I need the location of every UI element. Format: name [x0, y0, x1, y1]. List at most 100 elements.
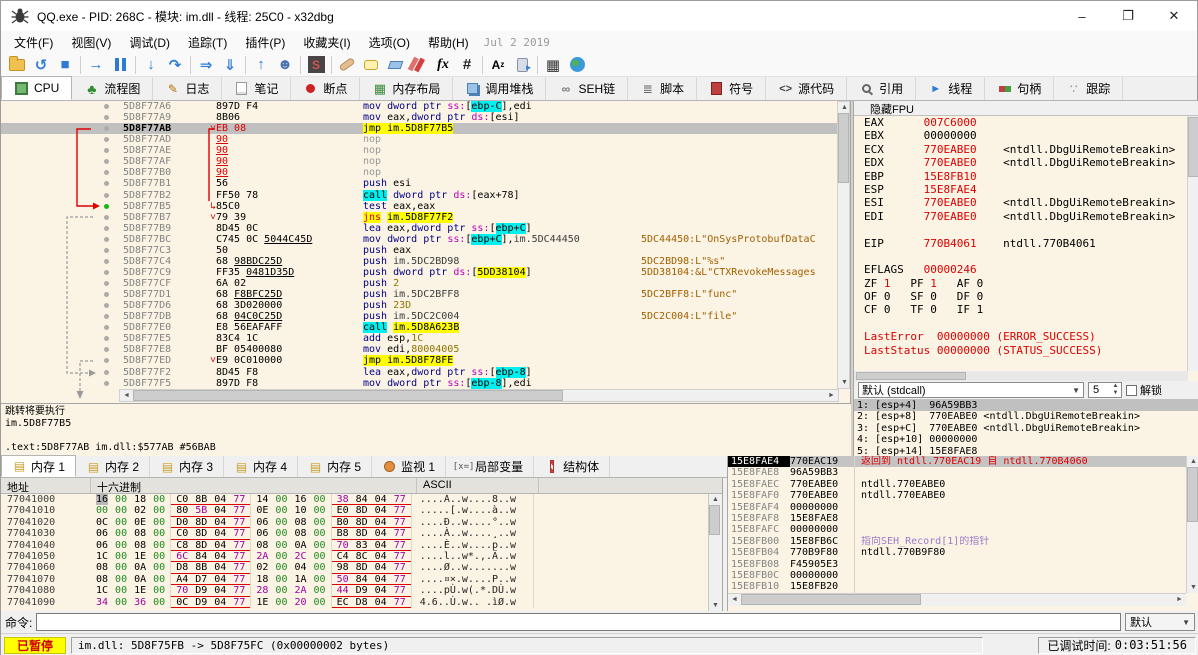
breakpoint-dot-green[interactable] — [104, 203, 109, 209]
tab-符号[interactable]: 符号 — [697, 77, 767, 100]
scroll-up-arrow[interactable]: ▲ — [1187, 456, 1198, 467]
stack-row[interactable]: 15E8FAF0 770EABE0 ntdll.770EABE0 — [728, 490, 1186, 502]
breakpoint-dot[interactable] — [104, 325, 109, 331]
menu-item-文件[interactable]: 文件(F) — [5, 31, 62, 54]
breakpoint-gutter[interactable] — [1, 378, 119, 389]
disasm-row[interactable]: 5D8F77AF 90 nop — [1, 156, 837, 167]
breakpoint-gutter[interactable] — [1, 156, 119, 167]
scroll-down-arrow[interactable]: ▼ — [838, 377, 851, 388]
dump-row[interactable]: 77041020 0C 00 0E 00 D0 8D 04 77 06 00 08 00 B0 8D 04 77… — [1, 516, 707, 529]
registers-panel[interactable]: 隐藏FPU EAX 007C6000 EBX 00000000 ECX 770EAB… — [853, 101, 1198, 457]
register-line[interactable]: ESP 15E8FAE4 — [854, 183, 1188, 196]
breakpoint-dot[interactable] — [104, 137, 109, 143]
calling-convention-select[interactable]: 默认 (stdcall) ▼ — [858, 382, 1084, 398]
breakpoint-gutter[interactable] — [1, 201, 119, 212]
restart-icon[interactable]: ↺ — [29, 54, 53, 76]
tab-内存4[interactable]: ▤ 内存 4 — [224, 456, 299, 477]
tab-调用堆栈[interactable]: 调用堆栈 — [453, 77, 547, 100]
disasm-row[interactable]: 5D8F77F5 897D F8 mov dword ptr ss:[ebp-8],… — [1, 377, 837, 389]
tab-内存2[interactable]: ▤ 内存 2 — [76, 456, 151, 477]
register-line[interactable]: ZF 1 PF 1 AF 0 — [854, 277, 1188, 290]
disasm-row[interactable]: 5D8F77B0 90 nop — [1, 167, 837, 178]
tab-日志[interactable]: ✎ 日志 — [153, 77, 223, 100]
disasm-row[interactable]: 5D8F77A9 8B06 mov eax,dword ptr ds:[esi] — [1, 112, 837, 123]
register-line[interactable]: LastStatus 00000000 (STATUS_SUCCESS) — [854, 344, 1188, 357]
tab-源代码[interactable]: <> 源代码 — [766, 77, 848, 100]
disasm-row[interactable]: 5D8F77D1 68 F8BFC25D push im.5DC2BFF8 5DC2B… — [1, 289, 837, 300]
settings-globe-icon[interactable] — [565, 54, 589, 76]
tab-内存3[interactable]: ▤ 内存 3 — [150, 456, 225, 477]
stack-row[interactable]: 15E8FAEC 770EABE0 ntdll.770EABE0 — [728, 478, 1186, 491]
execute-till-return-icon[interactable]: ↑ — [249, 54, 273, 76]
dump-row[interactable]: 77041080 1C 00 1E 00 70 D9 04 77 28 00 2A 00 44 D9 04 77… — [1, 585, 707, 597]
stack-panel[interactable]: 15E8FAE4 770EAC19 返回到 ntdll.770EAC19 自 ntd… — [727, 456, 1198, 611]
breakpoint-dot[interactable] — [104, 336, 109, 342]
disasm-row[interactable]: 5D8F77F2 8D45 F8 lea eax,dword ptr ss:[ebp… — [1, 366, 837, 378]
dump-row[interactable]: 77041040 06 00 08 00 C8 8D 04 77 08 00 0A 00 70 83 04 77… — [1, 539, 707, 551]
command-input[interactable] — [36, 613, 1121, 631]
stack-row[interactable]: 15E8FB00 15E8FB6C 指向SEH_Record[1]的指针 — [728, 535, 1186, 548]
tab-监视1[interactable]: 监视 1 — [372, 456, 447, 477]
bookmark-icon[interactable] — [407, 54, 431, 76]
menu-item-追踪[interactable]: 追踪(T) — [179, 31, 236, 54]
patch-icon[interactable] — [335, 54, 359, 76]
breakpoint-gutter[interactable] — [1, 311, 119, 322]
disasm-row[interactable]: 5D8F77A6 897D F4 mov dword ptr ss:[ebp-C],… — [1, 101, 837, 112]
tab-SEH链[interactable]: ∞ SEH链 — [546, 77, 629, 100]
scroll-right-arrow[interactable]: ► — [825, 390, 838, 401]
dump-row[interactable]: 77041050 1C 00 1E 00 6C 84 04 77 2A 00 2C 00 C4 8C 04 77… — [1, 550, 707, 563]
disasm-row[interactable]: 5D8F77B7 ˅ 79 39 jns im.5D8F77F2 — [1, 211, 837, 223]
register-line[interactable]: CF 0 TF 0 IF 1 — [854, 303, 1188, 316]
disasm-row[interactable]: 5D8F77E0 E8 56EAFAFF call im.5D8A623B — [1, 322, 837, 334]
breakpoint-dot[interactable] — [104, 247, 109, 253]
trace-into-icon[interactable]: ⇒ — [194, 54, 218, 76]
disasm-row[interactable]: 5D8F77C3 50 push eax — [1, 245, 837, 256]
unlock-checkbox[interactable]: 解锁 — [1126, 382, 1162, 398]
breakpoint-gutter[interactable] — [1, 101, 119, 112]
call-argument-row[interactable]: 4: [esp+10] 00000000 — [854, 434, 1198, 445]
checkbox-box[interactable] — [1126, 384, 1137, 396]
breakpoint-gutter[interactable] — [1, 256, 119, 267]
disasm-row[interactable]: 5D8F77CF 6A 02 push 2 — [1, 278, 837, 289]
disasm-row[interactable]: 5D8F77B2 FF50 78 call dword ptr ds:[eax+78… — [1, 189, 837, 201]
scroll-right-arrow[interactable]: ► — [1173, 594, 1186, 605]
register-line[interactable]: EDI 770EABE0 <ntdll.DbgUiRemoteBreakin> — [854, 210, 1188, 223]
breakpoint-dot[interactable] — [104, 159, 109, 165]
disasm-row[interactable]: 5D8F77AD 90 nop — [1, 134, 837, 145]
breakpoint-gutter[interactable] — [1, 167, 119, 178]
tab-内存1[interactable]: ▤ 内存 1 — [1, 455, 77, 477]
breakpoint-dot[interactable] — [104, 236, 109, 242]
pause-icon[interactable] — [108, 54, 132, 76]
disasm-row[interactable]: 5D8F77AE 90 nop — [1, 145, 837, 156]
breakpoint-gutter[interactable] — [1, 300, 119, 311]
register-line[interactable]: ECX 770EABE0 <ntdll.DbgUiRemoteBreakin> — [854, 143, 1188, 156]
disasm-row[interactable]: 5D8F77C9 FF35 0481D35D push dword ptr ds:[… — [1, 266, 837, 278]
breakpoint-gutter[interactable] — [1, 234, 119, 245]
breakpoint-gutter[interactable] — [1, 123, 119, 134]
disasm-row[interactable]: 5D8F77AB ˅ EB 08 jmp im.5D8F77B5 — [1, 123, 837, 135]
disasm-row[interactable]: 5D8F77E5 83C4 1C add esp,1C — [1, 333, 837, 344]
open-file-icon[interactable] — [5, 54, 29, 76]
dump-vertical-scrollbar[interactable]: ▲ ▼ — [708, 494, 722, 611]
breakpoint-gutter[interactable] — [1, 267, 119, 278]
breakpoint-gutter[interactable] — [1, 355, 119, 366]
breakpoint-dot[interactable] — [104, 281, 109, 286]
breakpoint-dot[interactable] — [104, 380, 109, 386]
stop-icon[interactable]: ■ — [53, 54, 77, 76]
hide-fpu-button[interactable]: 隐藏FPU — [854, 101, 1198, 116]
menu-item-选项[interactable]: 选项(O) — [360, 31, 419, 54]
tab-笔记[interactable]: 笔记 — [222, 77, 292, 100]
tab-结构体[interactable]: 结构体 — [534, 456, 611, 477]
tab-CPU[interactable]: CPU — [1, 76, 73, 100]
breakpoint-gutter[interactable] — [1, 322, 119, 333]
minimize-button[interactable]: – — [1059, 1, 1105, 31]
run-to-user-code-icon[interactable]: ☻ — [273, 54, 297, 76]
stack-row[interactable]: 15E8FAF8 15E8FAE8 — [728, 512, 1186, 525]
tab-脚本[interactable]: ≣ 脚本 — [628, 77, 698, 100]
breakpoint-dot[interactable] — [104, 347, 109, 353]
register-line[interactable]: EFLAGS 00000246 — [854, 263, 1188, 276]
breakpoint-gutter[interactable] — [1, 212, 119, 223]
tab-局部变量[interactable]: [x=] 局部变量 — [446, 456, 535, 477]
scroll-up-arrow[interactable]: ▲ — [709, 494, 722, 505]
run-icon[interactable]: → — [84, 54, 108, 76]
